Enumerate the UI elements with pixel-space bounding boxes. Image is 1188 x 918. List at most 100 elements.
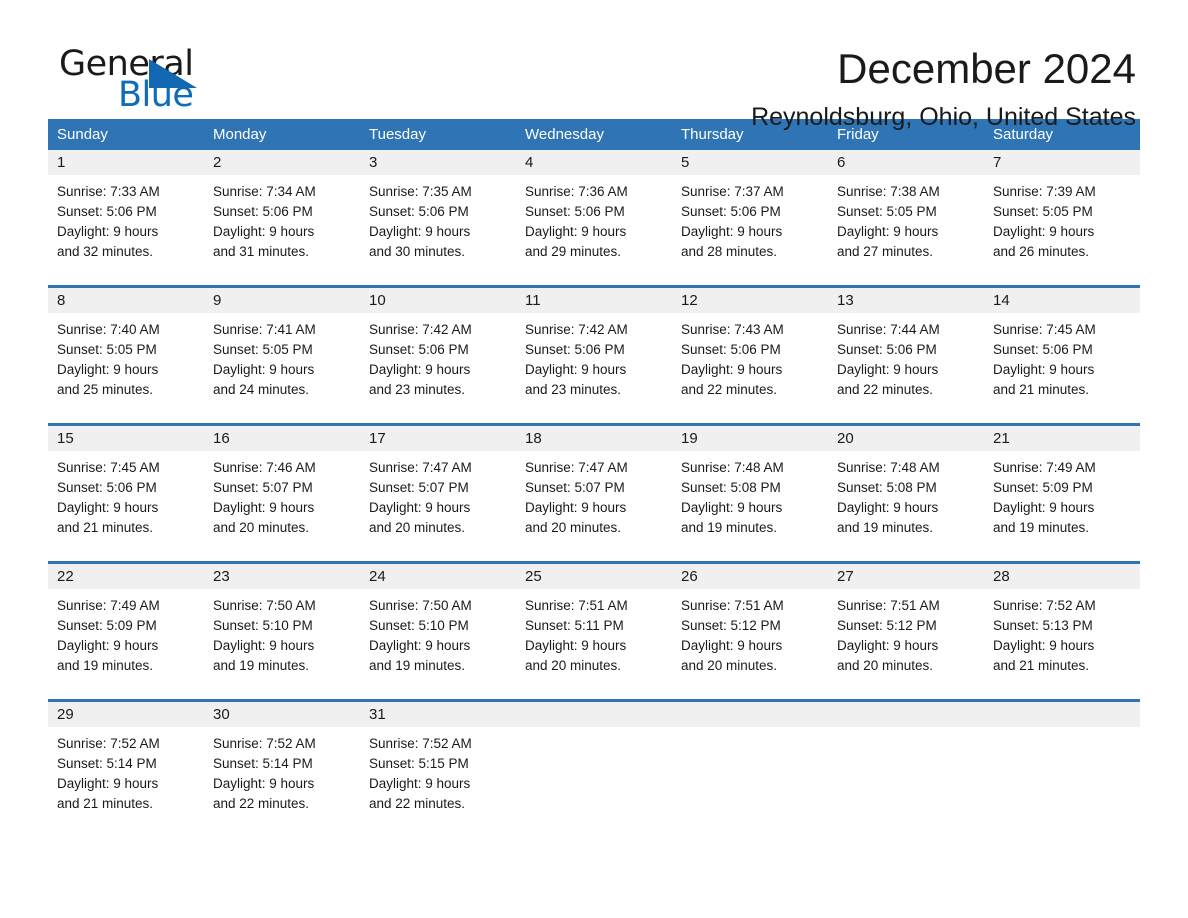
day-number[interactable]: 2 bbox=[204, 150, 360, 175]
day-number[interactable]: 27 bbox=[828, 564, 984, 589]
day-cell[interactable]: Sunrise: 7:47 AM Sunset: 5:07 PM Daylight:… bbox=[516, 451, 672, 561]
day-number[interactable]: 28 bbox=[984, 564, 1140, 589]
daylight-text-line1: Daylight: 9 hours bbox=[57, 638, 159, 653]
daylight-text-line1: Daylight: 9 hours bbox=[57, 500, 159, 515]
daylight-text-line1: Daylight: 9 hours bbox=[837, 224, 939, 239]
day-cell[interactable]: Sunrise: 7:52 AM Sunset: 5:13 PM Daylight:… bbox=[984, 589, 1140, 699]
daylight-text-line2: and 31 minutes. bbox=[213, 244, 310, 259]
day-cell[interactable]: Sunrise: 7:42 AM Sunset: 5:06 PM Daylight:… bbox=[360, 313, 516, 423]
day-cell[interactable]: Sunrise: 7:49 AM Sunset: 5:09 PM Daylight:… bbox=[984, 451, 1140, 561]
calendar-grid: Sunday Monday Tuesday Wednesday Thursday… bbox=[48, 119, 1140, 837]
sunrise-text: Sunrise: 7:34 AM bbox=[213, 184, 316, 199]
calendar-week-row: 29 30 31 Sunrise: 7:52 AM Sunset: 5:14 PM Day… bbox=[48, 699, 1140, 837]
day-number[interactable]: 16 bbox=[204, 426, 360, 451]
day-number-empty bbox=[672, 702, 828, 727]
day-number[interactable]: 12 bbox=[672, 288, 828, 313]
daylight-text-line1: Daylight: 9 hours bbox=[837, 362, 939, 377]
sunset-text: Sunset: 5:10 PM bbox=[213, 618, 313, 633]
day-number[interactable]: 5 bbox=[672, 150, 828, 175]
day-number[interactable]: 24 bbox=[360, 564, 516, 589]
sunrise-text: Sunrise: 7:50 AM bbox=[369, 598, 472, 613]
weeks-container: 1 2 3 4 5 6 7 Sunrise: 7:33 AM Sunset: 5:06 PM Da… bbox=[48, 150, 1140, 837]
logo-text-blue: Blue bbox=[118, 75, 194, 115]
day-number[interactable]: 1 bbox=[48, 150, 204, 175]
daylight-text-line2: and 25 minutes. bbox=[57, 382, 154, 397]
daylight-text-line1: Daylight: 9 hours bbox=[681, 638, 783, 653]
day-cell[interactable]: Sunrise: 7:50 AM Sunset: 5:10 PM Daylight:… bbox=[204, 589, 360, 699]
daylight-text-line2: and 20 minutes. bbox=[213, 520, 310, 535]
week-daynumber-band: 1234567 bbox=[48, 150, 1140, 175]
day-cell[interactable]: Sunrise: 7:43 AM Sunset: 5:06 PM Daylight:… bbox=[672, 313, 828, 423]
day-number[interactable]: 21 bbox=[984, 426, 1140, 451]
day-cell[interactable]: Sunrise: 7:33 AM Sunset: 5:06 PM Daylight:… bbox=[48, 175, 204, 285]
daylight-text-line1: Daylight: 9 hours bbox=[525, 500, 627, 515]
sunrise-text: Sunrise: 7:47 AM bbox=[525, 460, 628, 475]
day-number[interactable]: 11 bbox=[516, 288, 672, 313]
daylight-text-line1: Daylight: 9 hours bbox=[525, 638, 627, 653]
day-cell[interactable]: Sunrise: 7:52 AM Sunset: 5:15 PM Daylight:… bbox=[360, 727, 516, 837]
day-cell[interactable]: Sunrise: 7:35 AM Sunset: 5:06 PM Daylight:… bbox=[360, 175, 516, 285]
day-cell[interactable]: Sunrise: 7:41 AM Sunset: 5:05 PM Daylight:… bbox=[204, 313, 360, 423]
day-cell[interactable]: Sunrise: 7:45 AM Sunset: 5:06 PM Daylight:… bbox=[984, 313, 1140, 423]
day-cell[interactable]: Sunrise: 7:38 AM Sunset: 5:05 PM Daylight:… bbox=[828, 175, 984, 285]
day-cell[interactable]: Sunrise: 7:37 AM Sunset: 5:06 PM Daylight:… bbox=[672, 175, 828, 285]
day-cell[interactable]: Sunrise: 7:34 AM Sunset: 5:06 PM Daylight:… bbox=[204, 175, 360, 285]
day-cell[interactable]: Sunrise: 7:51 AM Sunset: 5:12 PM Daylight:… bbox=[828, 589, 984, 699]
day-number[interactable]: 19 bbox=[672, 426, 828, 451]
week-detail-band: Sunrise: 7:49 AM Sunset: 5:09 PM Daylight:… bbox=[48, 589, 1140, 699]
day-number[interactable]: 9 bbox=[204, 288, 360, 313]
day-cell[interactable]: Sunrise: 7:52 AM Sunset: 5:14 PM Daylight:… bbox=[204, 727, 360, 837]
day-cell[interactable]: Sunrise: 7:48 AM Sunset: 5:08 PM Daylight:… bbox=[672, 451, 828, 561]
day-number[interactable]: 6 bbox=[828, 150, 984, 175]
daylight-text-line1: Daylight: 9 hours bbox=[213, 638, 315, 653]
day-cell[interactable]: Sunrise: 7:51 AM Sunset: 5:12 PM Daylight:… bbox=[672, 589, 828, 699]
day-number[interactable]: 3 bbox=[360, 150, 516, 175]
day-number[interactable]: 22 bbox=[48, 564, 204, 589]
day-cell[interactable]: Sunrise: 7:52 AM Sunset: 5:14 PM Daylight:… bbox=[48, 727, 204, 837]
day-number[interactable]: 13 bbox=[828, 288, 984, 313]
day-number[interactable]: 10 bbox=[360, 288, 516, 313]
day-number[interactable]: 29 bbox=[48, 702, 204, 727]
daylight-text-line1: Daylight: 9 hours bbox=[57, 362, 159, 377]
day-number[interactable]: 23 bbox=[204, 564, 360, 589]
day-cell[interactable]: Sunrise: 7:36 AM Sunset: 5:06 PM Daylight:… bbox=[516, 175, 672, 285]
day-cell[interactable]: Sunrise: 7:51 AM Sunset: 5:11 PM Daylight:… bbox=[516, 589, 672, 699]
generalblue-logo[interactable]: General Blue bbox=[48, 44, 248, 118]
sunset-text: Sunset: 5:06 PM bbox=[681, 204, 781, 219]
day-cell-empty bbox=[984, 727, 1140, 837]
sunset-text: Sunset: 5:13 PM bbox=[993, 618, 1093, 633]
day-cell[interactable]: Sunrise: 7:44 AM Sunset: 5:06 PM Daylight:… bbox=[828, 313, 984, 423]
daylight-text-line1: Daylight: 9 hours bbox=[681, 500, 783, 515]
sunset-text: Sunset: 5:05 PM bbox=[57, 342, 157, 357]
sunset-text: Sunset: 5:05 PM bbox=[213, 342, 313, 357]
day-number[interactable]: 20 bbox=[828, 426, 984, 451]
sunset-text: Sunset: 5:09 PM bbox=[993, 480, 1093, 495]
day-number[interactable]: 17 bbox=[360, 426, 516, 451]
day-cell[interactable]: Sunrise: 7:49 AM Sunset: 5:09 PM Daylight:… bbox=[48, 589, 204, 699]
daylight-text-line2: and 26 minutes. bbox=[993, 244, 1090, 259]
day-cell[interactable]: Sunrise: 7:40 AM Sunset: 5:05 PM Daylight:… bbox=[48, 313, 204, 423]
day-cell[interactable]: Sunrise: 7:50 AM Sunset: 5:10 PM Daylight:… bbox=[360, 589, 516, 699]
day-number[interactable]: 4 bbox=[516, 150, 672, 175]
sunset-text: Sunset: 5:09 PM bbox=[57, 618, 157, 633]
day-number[interactable]: 7 bbox=[984, 150, 1140, 175]
day-cell[interactable]: Sunrise: 7:47 AM Sunset: 5:07 PM Daylight:… bbox=[360, 451, 516, 561]
day-cell[interactable]: Sunrise: 7:48 AM Sunset: 5:08 PM Daylight:… bbox=[828, 451, 984, 561]
weekday-tuesday: Tuesday bbox=[369, 126, 426, 143]
day-number[interactable]: 31 bbox=[360, 702, 516, 727]
daylight-text-line1: Daylight: 9 hours bbox=[993, 500, 1095, 515]
day-number[interactable]: 18 bbox=[516, 426, 672, 451]
sunrise-text: Sunrise: 7:36 AM bbox=[525, 184, 628, 199]
day-number[interactable]: 30 bbox=[204, 702, 360, 727]
day-cell[interactable]: Sunrise: 7:42 AM Sunset: 5:06 PM Daylight:… bbox=[516, 313, 672, 423]
day-number[interactable]: 25 bbox=[516, 564, 672, 589]
day-number[interactable]: 15 bbox=[48, 426, 204, 451]
day-number[interactable]: 8 bbox=[48, 288, 204, 313]
day-cell[interactable]: Sunrise: 7:39 AM Sunset: 5:05 PM Daylight:… bbox=[984, 175, 1140, 285]
day-cell[interactable]: Sunrise: 7:46 AM Sunset: 5:07 PM Daylight:… bbox=[204, 451, 360, 561]
day-number[interactable]: 26 bbox=[672, 564, 828, 589]
day-cell[interactable]: Sunrise: 7:45 AM Sunset: 5:06 PM Daylight:… bbox=[48, 451, 204, 561]
sunrise-text: Sunrise: 7:41 AM bbox=[213, 322, 316, 337]
day-number[interactable]: 14 bbox=[984, 288, 1140, 313]
sunrise-text: Sunrise: 7:38 AM bbox=[837, 184, 940, 199]
